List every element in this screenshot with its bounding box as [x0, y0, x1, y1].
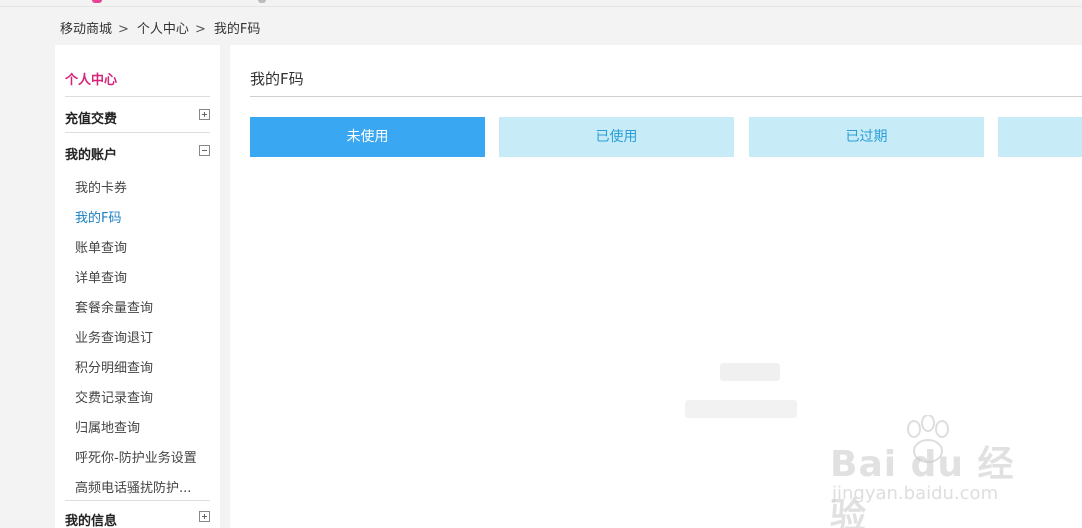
sidebar-item-detail-query[interactable]: 详单查询 [75, 267, 127, 286]
watermark-url: jingyan.baidu.com [832, 483, 999, 504]
tab-unused[interactable]: 未使用 [250, 117, 485, 157]
empty-state-text-placeholder [685, 400, 797, 418]
sidebar-item-my-coupons[interactable]: 我的卡券 [75, 177, 127, 196]
tab-expired[interactable]: 已过期 [749, 117, 984, 157]
sidebar-item-points-detail[interactable]: 积分明细查询 [75, 357, 153, 376]
sidebar-divider [65, 500, 210, 501]
breadcrumb-separator: > [118, 22, 129, 37]
sidebar-section-my-info[interactable]: 我的信息 [65, 510, 210, 528]
sidebar-divider [65, 132, 210, 133]
expand-plus-icon[interactable] [199, 511, 210, 522]
top-bar [0, 0, 1082, 7]
page-title: 我的F码 [250, 70, 304, 88]
sidebar-section-recharge[interactable]: 充值交费 [65, 108, 210, 127]
sidebar-section-label: 我的账户 [65, 148, 118, 163]
tab-more[interactable] [998, 117, 1082, 157]
sidebar-title[interactable]: 个人中心 [65, 69, 117, 88]
top-grey-mark [258, 0, 266, 3]
sidebar-item-location-query[interactable]: 归属地查询 [75, 417, 140, 436]
sidebar-item-plan-balance-query[interactable]: 套餐余量查询 [75, 297, 153, 316]
sidebar-item-harassment-protection[interactable]: 呼死你-防护业务设置 [75, 447, 197, 466]
sidebar-section-label: 我的信息 [65, 514, 118, 528]
breadcrumb-home[interactable]: 移动商城 [60, 22, 112, 37]
sidebar-divider [65, 96, 210, 97]
expand-plus-icon[interactable] [199, 109, 210, 120]
baidu-jingyan-watermark: Bai du 经验 jingyan.baidu.com [830, 415, 1030, 528]
sidebar-item-service-unsubscribe[interactable]: 业务查询退订 [75, 327, 153, 346]
sidebar: 个人中心 充值交费 我的账户 我的卡券 我的F码 账单查询 详单查询 套餐余量查… [55, 45, 220, 528]
breadcrumb: 移动商城 > 个人中心 > 我的F码 [60, 18, 266, 37]
sidebar-item-bill-query[interactable]: 账单查询 [75, 237, 127, 256]
collapse-minus-icon[interactable] [199, 145, 210, 156]
sidebar-section-label: 充值交费 [65, 112, 118, 127]
breadcrumb-separator: > [194, 22, 206, 37]
sidebar-section-account[interactable]: 我的账户 [65, 144, 210, 163]
top-accent-mark [92, 0, 102, 3]
breadcrumb-current: 我的F码 [213, 22, 261, 37]
watermark-brand: Bai du 经验 [830, 444, 1015, 528]
title-divider [250, 96, 1082, 97]
sidebar-item-my-f-code[interactable]: 我的F码 [75, 207, 121, 226]
breadcrumb-personal-center[interactable]: 个人中心 [137, 22, 189, 37]
tab-used[interactable]: 已使用 [499, 117, 734, 157]
sidebar-item-payment-records[interactable]: 交费记录查询 [75, 387, 153, 406]
empty-state-icon-placeholder [720, 363, 780, 381]
sidebar-item-high-frequency-call-protection[interactable]: 高频电话骚扰防护... [75, 477, 191, 496]
